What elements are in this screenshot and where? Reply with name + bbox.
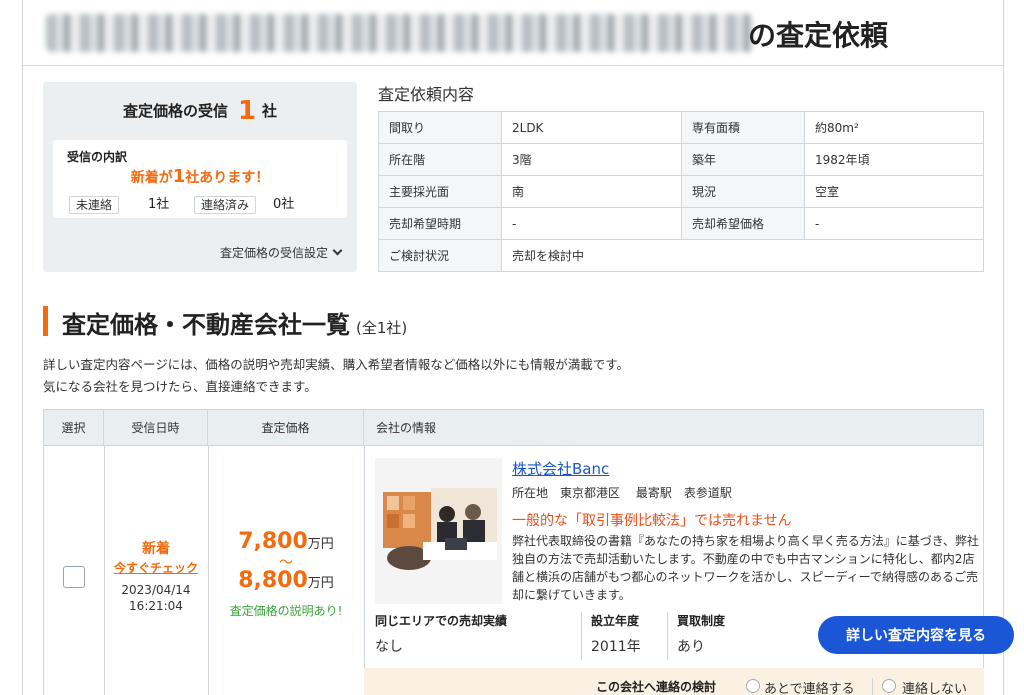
request-key: 間取り — [378, 111, 502, 144]
select-checkbox[interactable] — [63, 566, 85, 588]
request-value: 3階 — [501, 143, 682, 176]
stat-sales-value: なし — [375, 639, 403, 655]
stat-divider — [667, 612, 668, 660]
section-description-1: 詳しい査定内容ページには、価格の説明や売却実績、購入希望者情報など価格以外にも情… — [43, 357, 630, 372]
table-row: ご検討状況 売却を検討中 — [378, 239, 984, 272]
breakdown-title: 受信の内訳 — [67, 150, 128, 164]
price-low: 7,800万円 — [208, 530, 364, 557]
table-row: 所在階 3階 築年 1982年頃 — [378, 143, 984, 176]
received-count: 1 — [237, 96, 257, 126]
contact-later-label[interactable]: あとで連絡する — [764, 678, 855, 695]
received-date-day: 2023/04/14 — [121, 583, 191, 597]
request-value: - — [804, 207, 984, 240]
price-high: 8,800万円 — [208, 569, 364, 596]
received-count-title: 査定価格の受信 1 社 — [43, 96, 357, 126]
request-key: 専有面積 — [681, 111, 805, 144]
section-title: 査定価格・不動産会社一覧 (全1社) — [62, 305, 407, 340]
header-price: 査定価格 — [208, 410, 364, 445]
header-company-info: 会社の情報 — [376, 421, 437, 435]
company-catchphrase: 一般的な「取引事例比較法」では売れません — [512, 513, 792, 529]
receive-setting-label: 査定価格の受信設定 — [219, 246, 328, 260]
request-heading: 査定依頼内容 — [378, 85, 475, 104]
request-value: 2LDK — [501, 111, 682, 144]
chevron-down-icon — [332, 245, 343, 256]
request-key: 所在階 — [378, 143, 502, 176]
received-title-label: 査定価格の受信 — [122, 102, 228, 120]
request-key: ご検討状況 — [378, 239, 502, 272]
company-location: 所在地 東京都港区 最寄駅 表参道駅 — [512, 486, 732, 500]
price-note: 査定価格の説明あり! — [229, 604, 343, 618]
stat-founded-label: 設立年度 — [591, 614, 640, 628]
stat-sales-label: 同じエリアでの売却実績 — [375, 614, 508, 628]
stat-buyback-label: 買取制度 — [677, 614, 726, 628]
received-date-time: 16:21:04 — [129, 599, 183, 613]
received-date-cell: 新着 今すぐチェック 2023/04/14 16:21:04 — [104, 538, 208, 614]
stat-divider — [581, 612, 582, 660]
request-value: 空室 — [804, 175, 984, 208]
new-suffix: 社あります！ — [185, 170, 270, 186]
uncontacted-count: 1社 — [148, 197, 170, 212]
request-key: 売却希望価格 — [681, 207, 805, 240]
new-arrival-notice: 新着が1社あります！ — [53, 166, 347, 187]
no-contact-label[interactable]: 連絡しない — [902, 678, 967, 695]
contact-consideration-bar: この会社へ連絡の検討 あとで連絡する 連絡しない — [364, 668, 984, 695]
table-row: 売却希望時期 - 売却希望価格 - — [378, 207, 984, 240]
contacted-count: 0社 — [273, 197, 295, 212]
no-contact-radio[interactable] — [882, 679, 896, 693]
contacted-tag: 連絡済み — [194, 196, 257, 214]
price-unit: 万円 — [307, 576, 334, 591]
table-row: 間取り 2LDK 専有面積 約80m² — [378, 111, 984, 144]
contact-label: この会社へ連絡の検討 — [596, 680, 717, 694]
radio-divider — [872, 678, 873, 695]
table-row: 主要採光面 南 現況 空室 — [378, 175, 984, 208]
page-header: の査定依頼 — [22, 0, 1004, 66]
header-select: 選択 — [44, 410, 104, 445]
stat-founded-value: 2011年 — [591, 639, 641, 655]
received-breakdown: 受信の内訳 新着が1社あります！ 未連絡 1社 連絡済み 0社 — [53, 140, 347, 218]
section-title-text: 査定価格・不動産会社一覧 — [62, 311, 350, 339]
list-header-row: 選択 受信日時 査定価格 会社の情報 — [43, 409, 984, 446]
contact-later-radio[interactable] — [746, 679, 760, 693]
price-high-value: 8,800 — [238, 568, 308, 593]
company-name-link[interactable]: 株式会社Banc — [512, 458, 609, 479]
stat-buyback-value: あり — [677, 639, 705, 655]
price-unit: 万円 — [307, 537, 334, 552]
company-stats: 同じエリアでの売却実績 なし 設立年度 2011年 買取制度 あり 詳しい査定内… — [375, 608, 1014, 664]
section-count: (全1社) — [356, 319, 408, 337]
price-cell: 7,800万円 〜 8,800万円 査定価格の説明あり! — [208, 530, 364, 619]
uncontacted-tag: 未連絡 — [69, 196, 120, 214]
received-date: 2023/04/14 16:21:04 — [104, 582, 208, 614]
header-received-date: 受信日時 — [104, 410, 208, 445]
new-badge: 新着 — [142, 541, 170, 557]
request-table: 間取り 2LDK 専有面積 約80m² 所在階 3階 築年 1982年頃 主要採… — [378, 111, 984, 272]
request-value: - — [501, 207, 682, 240]
request-key: 現況 — [681, 175, 805, 208]
new-count: 1 — [172, 166, 186, 187]
receive-setting-link[interactable]: 査定価格の受信設定 — [219, 244, 343, 261]
table-row: 新着 今すぐチェック 2023/04/14 16:21:04 7,800万円 〜… — [43, 446, 1014, 695]
price-low-value: 7,800 — [238, 529, 308, 554]
request-key: 売却希望時期 — [378, 207, 502, 240]
section-description-2: 気になる会社を見つけたら、直接連絡できます。 — [43, 379, 317, 394]
request-value: 約80m² — [804, 111, 984, 144]
office-meeting-image — [375, 458, 502, 604]
received-unit: 社 — [262, 102, 278, 120]
section-accent-bar — [43, 306, 48, 336]
request-value: 1982年頃 — [804, 143, 984, 176]
company-description: 弊社代表取締役の書籍『あなたの持ち家を相場より高く早く売る方法』に基づき、弊社独… — [512, 534, 979, 602]
request-value: 売却を検討中 — [501, 239, 984, 272]
blurred-property-name — [46, 14, 754, 52]
new-prefix: 新着が — [130, 170, 173, 186]
page-title: の査定依頼 — [748, 19, 889, 52]
request-key: 主要採光面 — [378, 175, 502, 208]
check-now-link[interactable]: 今すぐチェック — [104, 559, 208, 576]
column-divider — [364, 446, 365, 695]
received-summary: 査定価格の受信 1 社 受信の内訳 新着が1社あります！ 未連絡 1社 連絡済み 0… — [43, 82, 357, 272]
company-photo — [375, 458, 502, 604]
view-details-button[interactable]: 詳しい査定内容を見る — [818, 616, 1014, 654]
request-value: 南 — [501, 175, 682, 208]
request-key: 築年 — [681, 143, 805, 176]
